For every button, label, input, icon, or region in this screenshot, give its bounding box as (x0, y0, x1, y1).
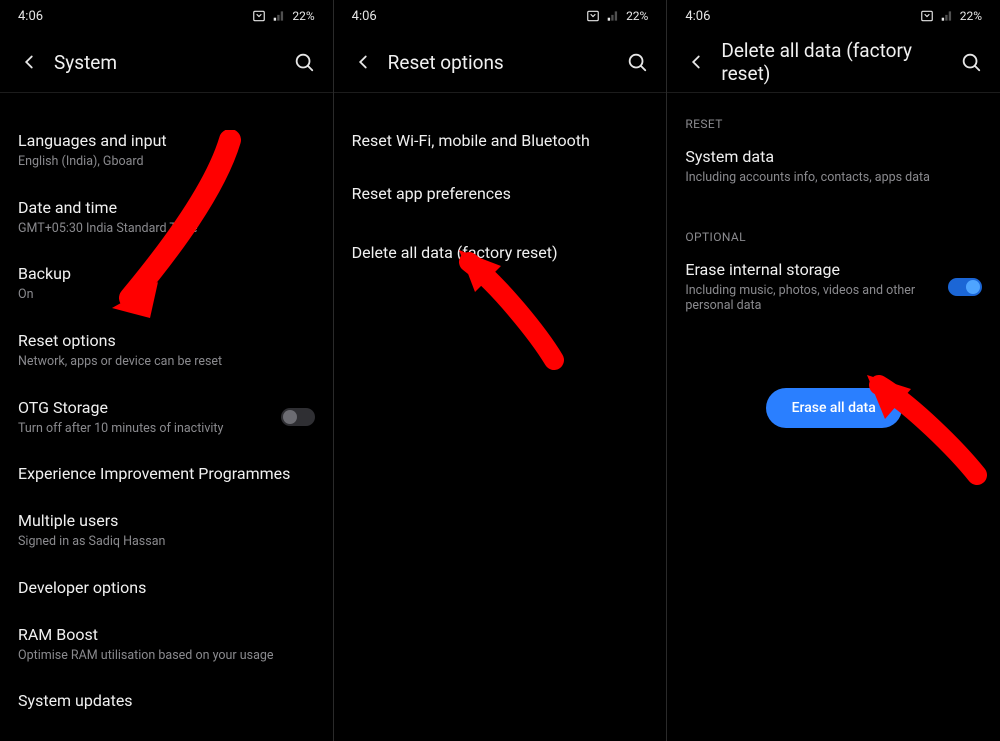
item-system-updates[interactable]: System updates (18, 677, 315, 724)
status-battery: 22% (626, 9, 648, 23)
search-icon[interactable] (960, 51, 982, 73)
item-reset-app-prefs[interactable]: Reset app preferences (352, 164, 649, 223)
item-power-off[interactable]: Power Off (18, 724, 315, 741)
status-bar: 4:06 22% (18, 0, 315, 28)
item-reset-wifi[interactable]: Reset Wi-Fi, mobile and Bluetooth (352, 117, 649, 164)
header: Delete all data (factory reset) (685, 32, 982, 92)
reset-list: Reset Wi-Fi, mobile and Bluetooth Reset … (352, 93, 649, 276)
status-time: 4:06 (685, 9, 710, 24)
otg-toggle[interactable] (281, 408, 315, 426)
status-time: 4:06 (352, 9, 377, 24)
item-reset-options[interactable]: Reset optionsNetwork, apps or device can… (18, 317, 315, 384)
status-right: 22% (252, 9, 314, 23)
status-bar: 4:06 22% (685, 0, 982, 28)
settings-list: Languages and inputEnglish (India), Gboa… (18, 93, 315, 741)
item-date-time[interactable]: Date and timeGMT+05:30 India Standard Ti… (18, 184, 315, 251)
vowifi-icon (252, 9, 266, 23)
section-optional: OPTIONAL Erase internal storageIncluding… (685, 230, 982, 328)
status-right: 22% (586, 9, 648, 23)
item-otg-storage[interactable]: OTG StorageTurn off after 10 minutes of … (18, 384, 315, 451)
status-right: 22% (920, 9, 982, 23)
item-ram-boost[interactable]: RAM BoostOptimise RAM utilisation based … (18, 611, 315, 678)
page-title: Delete all data (factory reset) (721, 39, 960, 85)
header: System (18, 32, 315, 92)
status-battery: 22% (292, 9, 314, 23)
page-title: System (54, 51, 117, 74)
status-bar: 4:06 22% (352, 0, 649, 28)
section-header-optional: OPTIONAL (685, 230, 982, 244)
back-icon[interactable] (685, 51, 707, 73)
back-icon[interactable] (18, 51, 40, 73)
section-header-reset: RESET (685, 117, 982, 131)
search-icon[interactable] (626, 51, 648, 73)
item-multiple-users[interactable]: Multiple usersSigned in as Sadiq Hassan (18, 497, 315, 564)
erase-all-data-button[interactable]: Erase all data (766, 388, 902, 428)
item-developer-options[interactable]: Developer options (18, 564, 315, 611)
item-erase-internal-storage[interactable]: Erase internal storageIncluding music, p… (685, 254, 982, 328)
item-languages-input[interactable]: Languages and inputEnglish (India), Gboa… (18, 117, 315, 184)
signal-icon (272, 9, 286, 23)
status-time: 4:06 (18, 9, 43, 24)
back-icon[interactable] (352, 51, 374, 73)
signal-icon (940, 9, 954, 23)
page-title: Reset options (388, 51, 504, 74)
item-delete-all-data[interactable]: Delete all data (factory reset) (352, 223, 649, 276)
vowifi-icon (586, 9, 600, 23)
panel-factory-reset: 4:06 22% Delete all data (factory reset)… (666, 0, 1000, 741)
erase-storage-toggle[interactable] (948, 278, 982, 296)
item-system-data[interactable]: System dataIncluding accounts info, cont… (685, 141, 982, 200)
search-icon[interactable] (293, 51, 315, 73)
item-experience-programmes[interactable]: Experience Improvement Programmes (18, 450, 315, 497)
header: Reset options (352, 32, 649, 92)
signal-icon (606, 9, 620, 23)
status-battery: 22% (960, 9, 982, 23)
panel-reset-options: 4:06 22% Reset options Reset Wi-Fi, mobi… (333, 0, 667, 741)
panel-system: 4:06 22% System Languages and inputEngli… (0, 0, 333, 741)
vowifi-icon (920, 9, 934, 23)
item-backup[interactable]: BackupOn (18, 250, 315, 317)
section-reset: RESET System dataIncluding accounts info… (685, 117, 982, 200)
